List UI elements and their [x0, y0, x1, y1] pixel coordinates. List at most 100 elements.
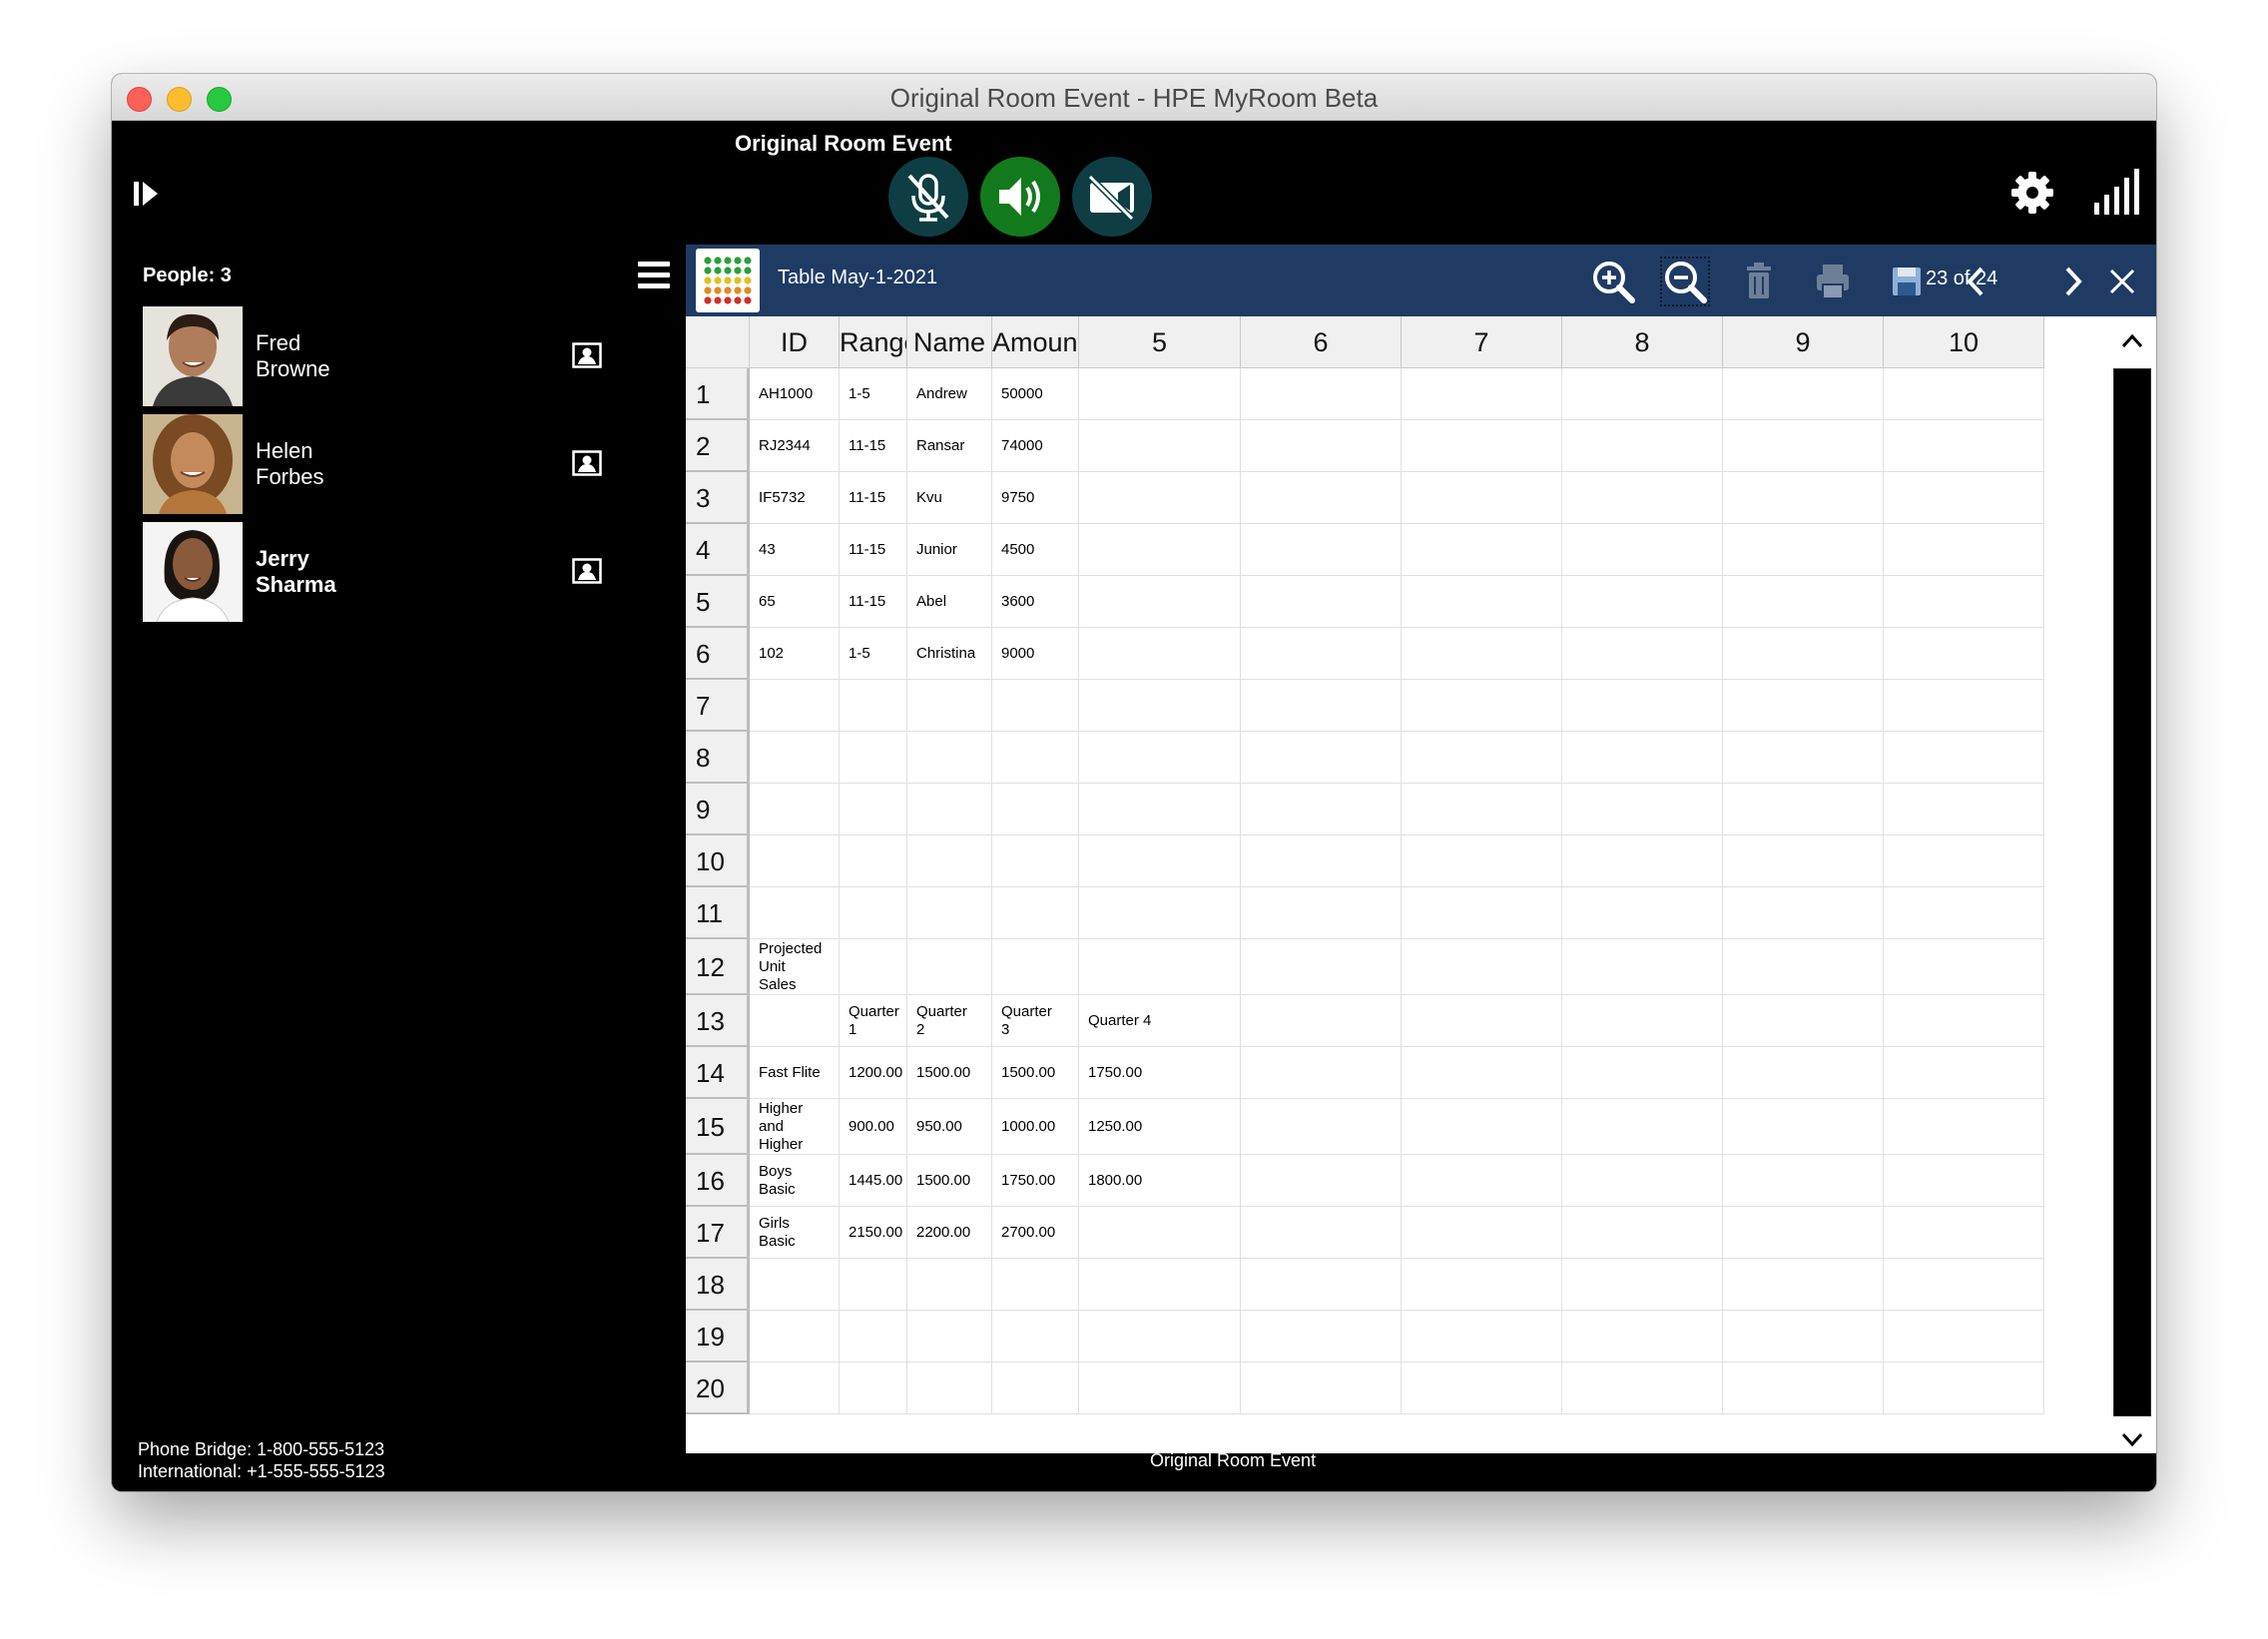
- table-cell[interactable]: [1562, 1099, 1723, 1155]
- table-cell[interactable]: [1723, 628, 1884, 680]
- table-cell[interactable]: [1402, 1363, 1562, 1414]
- table-cell[interactable]: [840, 784, 907, 835]
- table-cell[interactable]: AH1000: [750, 368, 840, 420]
- table-cell[interactable]: Christina: [907, 628, 992, 680]
- table-cell[interactable]: [1079, 732, 1241, 784]
- table-cell[interactable]: [1723, 784, 1884, 835]
- table-cell[interactable]: [992, 887, 1079, 939]
- table-cell[interactable]: 3600: [992, 576, 1079, 628]
- table-cell[interactable]: [1562, 472, 1723, 524]
- row-header[interactable]: 2: [686, 420, 750, 472]
- table-cell[interactable]: [1562, 628, 1723, 680]
- table-cell[interactable]: 1445.00: [840, 1155, 907, 1207]
- table-cell[interactable]: 1200.00: [840, 1047, 907, 1099]
- table-cell[interactable]: [1241, 628, 1402, 680]
- table-cell[interactable]: [1884, 576, 2044, 628]
- table-cell[interactable]: [1402, 524, 1562, 576]
- table-cell[interactable]: [1723, 368, 1884, 420]
- table-cell[interactable]: 11-15: [840, 472, 907, 524]
- table-cell[interactable]: [1884, 1207, 2044, 1259]
- table-cell[interactable]: [1884, 1047, 2044, 1099]
- table-cell[interactable]: Quarter 4: [1079, 995, 1241, 1047]
- table-cell[interactable]: [992, 680, 1079, 732]
- table-cell[interactable]: [1562, 939, 1723, 995]
- table-cell[interactable]: [1241, 1047, 1402, 1099]
- table-cell[interactable]: Abel: [907, 576, 992, 628]
- table-cell[interactable]: 11-15: [840, 576, 907, 628]
- table-cell[interactable]: IF5732: [750, 472, 840, 524]
- table-cell[interactable]: [1562, 995, 1723, 1047]
- gear-icon[interactable]: [2010, 171, 2054, 215]
- table-cell[interactable]: [992, 1311, 1079, 1363]
- table-cell[interactable]: [1562, 887, 1723, 939]
- table-cell[interactable]: [750, 995, 840, 1047]
- table-cell[interactable]: [840, 939, 907, 995]
- table-cell[interactable]: [907, 1311, 992, 1363]
- scroll-down-icon[interactable]: [2115, 1424, 2149, 1453]
- table-cell[interactable]: [1884, 1259, 2044, 1311]
- table-cell[interactable]: [1723, 1099, 1884, 1155]
- table-cell[interactable]: 1800.00: [1079, 1155, 1241, 1207]
- table-cell[interactable]: [1079, 939, 1241, 995]
- table-cell[interactable]: [1402, 472, 1562, 524]
- table-cell[interactable]: [1562, 680, 1723, 732]
- camera-button[interactable]: [1072, 157, 1152, 237]
- table-cell[interactable]: Junior: [907, 524, 992, 576]
- table-cell[interactable]: [992, 1259, 1079, 1311]
- table-cell[interactable]: [1562, 576, 1723, 628]
- table-cell[interactable]: [1241, 939, 1402, 995]
- table-cell[interactable]: [1884, 420, 2044, 472]
- row-header[interactable]: 6: [686, 628, 750, 680]
- table-cell[interactable]: 1250.00: [1079, 1099, 1241, 1155]
- table-cell[interactable]: [1723, 524, 1884, 576]
- table-cell[interactable]: [1079, 887, 1241, 939]
- table-cell[interactable]: [1241, 1099, 1402, 1155]
- table-cell[interactable]: 11-15: [840, 420, 907, 472]
- column-header[interactable]: Range: [840, 316, 907, 368]
- row-header[interactable]: 16: [686, 1155, 750, 1207]
- table-cell[interactable]: [1884, 524, 2044, 576]
- vertical-scrollbar[interactable]: [2113, 368, 2151, 1416]
- table-cell[interactable]: [1402, 1099, 1562, 1155]
- table-cell[interactable]: [1884, 368, 2044, 420]
- table-cell[interactable]: [1402, 835, 1562, 887]
- table-cell[interactable]: [1402, 995, 1562, 1047]
- row-header[interactable]: 7: [686, 680, 750, 732]
- table-cell[interactable]: [1723, 1311, 1884, 1363]
- table-cell[interactable]: [992, 784, 1079, 835]
- zoom-in-icon[interactable]: [1590, 259, 1636, 304]
- table-cell[interactable]: [1241, 1155, 1402, 1207]
- table-cell[interactable]: [907, 939, 992, 995]
- table-cell[interactable]: [1562, 1259, 1723, 1311]
- table-cell[interactable]: [1241, 784, 1402, 835]
- column-header[interactable]: 6: [1241, 316, 1402, 368]
- table-cell[interactable]: [1241, 835, 1402, 887]
- table-cell[interactable]: 11-15: [840, 524, 907, 576]
- table-cell[interactable]: [1562, 1155, 1723, 1207]
- table-cell[interactable]: 9000: [992, 628, 1079, 680]
- row-header[interactable]: 20: [686, 1363, 750, 1414]
- table-cell[interactable]: Higher and Higher: [750, 1099, 840, 1155]
- table-cell[interactable]: Quarter 3: [992, 995, 1079, 1047]
- table-cell[interactable]: [840, 1259, 907, 1311]
- table-cell[interactable]: 74000: [992, 420, 1079, 472]
- table-cell[interactable]: 1500.00: [907, 1047, 992, 1099]
- table-cell[interactable]: [1079, 576, 1241, 628]
- table-cell[interactable]: [1241, 576, 1402, 628]
- table-cell[interactable]: 1750.00: [1079, 1047, 1241, 1099]
- mute-microphone-button[interactable]: [888, 157, 968, 237]
- table-cell[interactable]: [1723, 939, 1884, 995]
- table-cell[interactable]: [1241, 1311, 1402, 1363]
- person-item[interactable]: Fred Browne: [143, 306, 622, 406]
- table-cell[interactable]: [1884, 1311, 2044, 1363]
- close-icon[interactable]: [2099, 259, 2145, 304]
- column-header[interactable]: Amount: [992, 316, 1079, 368]
- table-cell[interactable]: [1884, 628, 2044, 680]
- table-cell[interactable]: [907, 1259, 992, 1311]
- person-item[interactable]: Jerry Sharma: [143, 522, 622, 622]
- row-header[interactable]: 18: [686, 1259, 750, 1311]
- table-cell[interactable]: [1723, 1047, 1884, 1099]
- table-cell[interactable]: [750, 680, 840, 732]
- table-cell[interactable]: Quarter 1: [840, 995, 907, 1047]
- table-cell[interactable]: [1723, 1155, 1884, 1207]
